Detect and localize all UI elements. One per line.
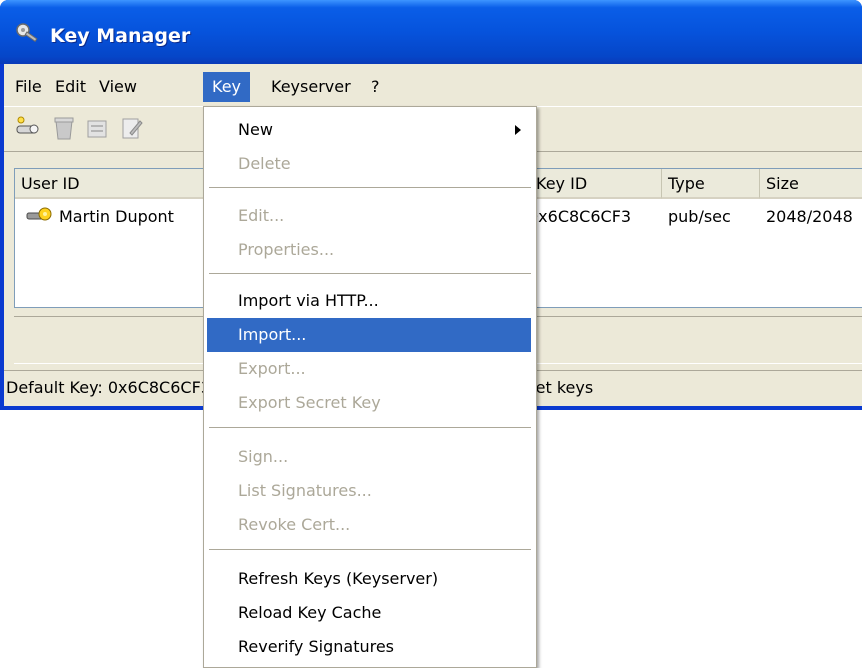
menu-item-delete[interactable]: Delete [207,147,531,181]
menu-bar: File Edit View Key Keyserver ? [4,72,862,102]
key-pair-icon [25,205,53,229]
new-key-icon[interactable] [14,115,42,141]
title-bar[interactable]: Key Manager [0,0,862,64]
menu-item-label: New [238,120,273,139]
menu-item-refresh-keys[interactable]: Refresh Keys (Keyserver) [207,562,531,596]
properties-icon[interactable] [84,115,112,141]
menu-separator [209,549,531,550]
menu-separator [209,187,531,188]
menu-help[interactable]: ? [362,72,389,102]
column-header-type[interactable]: Type [662,169,760,199]
column-header-size[interactable]: Size [760,169,862,199]
menu-item-edit[interactable]: Edit... [207,199,531,233]
menu-item-properties[interactable]: Properties... [207,233,531,267]
menu-item-new[interactable]: New [207,113,531,147]
column-header-key-id[interactable]: Key ID [530,169,662,199]
menu-item-sign[interactable]: Sign... [207,440,531,474]
key-id-cell: 0x6C8C6CF3 [528,207,632,226]
key-menu-dropdown: New Delete Edit... Properties... Import … [203,106,537,668]
user-id-cell: Martin Dupont [59,207,174,226]
menu-key[interactable]: Key [203,72,251,102]
menu-item-import-http[interactable]: Import via HTTP... [207,284,531,318]
menu-item-revoke-cert[interactable]: Revoke Cert... [207,508,531,542]
keys-icon [15,22,41,44]
delete-key-icon[interactable] [50,115,78,141]
menu-view[interactable]: View [90,72,146,102]
menu-item-export-secret[interactable]: Export Secret Key [207,386,531,420]
menu-item-import[interactable]: Import... [207,318,531,352]
menu-item-reload-cache[interactable]: Reload Key Cache [207,596,531,630]
size-cell: 2048/2048 [766,207,853,226]
window-title: Key Manager [50,25,191,47]
submenu-arrow-icon [515,125,521,135]
menu-item-list-signatures[interactable]: List Signatures... [207,474,531,508]
status-default-key: Default Key: 0x6C8C6CF3 [6,378,211,397]
menu-keyserver[interactable]: Keyserver [262,72,360,102]
edit-icon[interactable] [118,115,146,141]
menu-file[interactable]: File [6,72,51,102]
menu-separator [209,273,531,274]
type-cell: pub/sec [668,207,731,226]
menu-edit[interactable]: Edit [46,72,95,102]
menu-separator [209,427,531,428]
menu-item-export[interactable]: Export... [207,352,531,386]
